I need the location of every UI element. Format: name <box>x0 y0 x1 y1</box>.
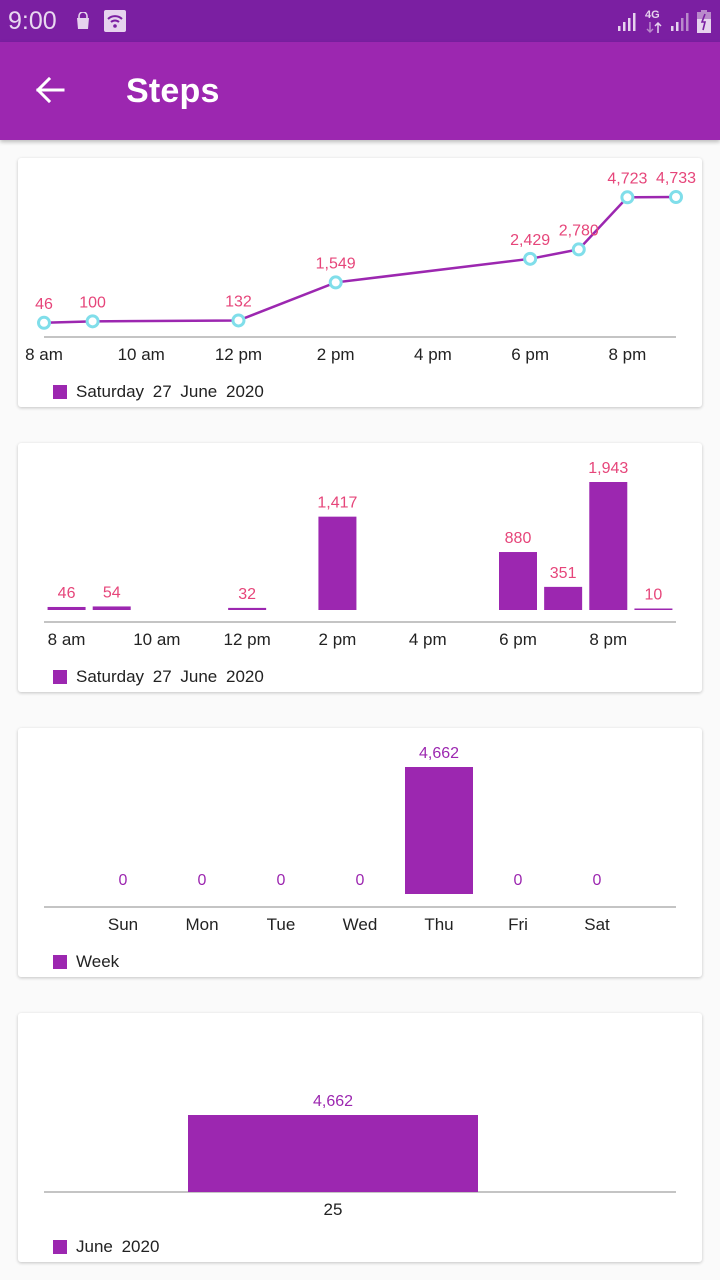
data-label: 2,429 <box>510 232 550 249</box>
monthly-steps-card: 25 4,662 June 2020 <box>18 1013 702 1262</box>
monthly-steps-bar-chart: 25 4,662 <box>44 1093 676 1219</box>
x-tick-label: 2 pm <box>319 630 357 649</box>
bar-value-label: 1,417 <box>317 495 357 512</box>
bar <box>188 1115 478 1192</box>
x-tick-label: 8 pm <box>608 345 646 364</box>
x-tick-label: 6 pm <box>511 345 549 364</box>
legend-swatch <box>53 1240 67 1254</box>
x-tick-label: Sat <box>584 915 610 934</box>
x-tick-label: 10 am <box>133 630 180 649</box>
shopping-bag-icon <box>74 11 92 35</box>
x-tick-label: Thu <box>424 915 453 934</box>
legend-label: June 2020 <box>76 1237 160 1256</box>
battery-charging-icon <box>697 10 711 39</box>
daily-cumulative-steps-line-chart: 8 am 10 am 12 pm 2 pm 4 pm 6 pm 8 pm 46 100 132 1,… <box>25 170 696 364</box>
weekly-steps-bar-chart: Sun 0 Mon 0 Tue 0 Wed 0 Thu 4,662 Fri 0 Sat 0 <box>44 745 676 934</box>
weekly-steps-card: Sun 0 Mon 0 Tue 0 Wed 0 Thu 4,662 Fri 0 Sat 0 Week <box>18 728 702 977</box>
bar <box>92 606 131 610</box>
data-label: 1,549 <box>316 255 356 272</box>
bar <box>47 606 86 610</box>
bar <box>318 516 357 610</box>
bar <box>405 767 473 894</box>
legend-swatch <box>53 385 67 399</box>
status-bar: 9:00 4G <box>0 0 720 42</box>
bar <box>228 607 267 610</box>
data-point <box>523 251 538 266</box>
bar <box>634 608 673 610</box>
bar-value-label: 0 <box>514 872 523 889</box>
legend-label: Saturday 27 June 2020 <box>76 667 264 686</box>
data-label: 4,733 <box>656 170 696 187</box>
legend-swatch <box>53 670 67 684</box>
data-point <box>328 275 343 290</box>
arrow-left-icon <box>35 76 65 109</box>
x-tick-label: Fri <box>508 915 528 934</box>
app-bar: Steps <box>0 42 720 140</box>
data-point <box>669 190 683 204</box>
x-tick-label: Mon <box>185 915 218 934</box>
chart-legend: Week <box>53 952 119 972</box>
x-tick-label: 4 pm <box>414 345 452 364</box>
data-point <box>231 313 246 328</box>
bar-value-label: 0 <box>593 872 602 889</box>
bar-value-label: 10 <box>645 587 663 604</box>
signal-icon <box>617 12 637 37</box>
bar <box>499 552 537 610</box>
legend-label: Saturday 27 June 2020 <box>76 382 264 401</box>
legend-swatch <box>53 955 67 969</box>
data-label: 4,723 <box>607 170 647 187</box>
signal-icon <box>670 12 690 37</box>
x-tick-label: 6 pm <box>499 630 537 649</box>
daily-cumulative-steps-card: 8 am 10 am 12 pm 2 pm 4 pm 6 pm 8 pm 46 100 132 1,… <box>18 158 702 407</box>
bar-value-label: 880 <box>505 530 532 547</box>
bar-value-label: 0 <box>356 872 365 889</box>
back-button[interactable] <box>22 68 78 116</box>
bar-value-label: 4,662 <box>313 1093 353 1110</box>
x-tick-label: 12 pm <box>215 345 262 364</box>
x-tick-label: Sun <box>108 915 138 934</box>
bar-value-label: 0 <box>277 872 286 889</box>
data-label: 100 <box>79 294 106 311</box>
x-tick-label: 25 <box>324 1200 343 1219</box>
bar <box>544 586 583 610</box>
series-line <box>43 195 677 325</box>
page-title: Steps <box>126 72 220 110</box>
wifi-icon <box>104 10 126 37</box>
hourly-steps-card: 8 am 10 am 12 pm 2 pm 4 pm 6 pm 8 pm 46 54 32 1,41… <box>18 443 702 692</box>
data-point <box>620 190 635 205</box>
hourly-steps-bar-chart: 8 am 10 am 12 pm 2 pm 4 pm 6 pm 8 pm 46 54 32 1,41… <box>44 460 676 649</box>
bar-value-label: 32 <box>238 586 256 603</box>
x-tick-label: 10 am <box>118 345 165 364</box>
bar-value-label: 46 <box>58 585 76 602</box>
bar-value-label: 351 <box>550 565 577 582</box>
chart-legend: Saturday 27 June 2020 <box>53 667 264 687</box>
data-point <box>85 314 100 329</box>
chart-legend: June 2020 <box>53 1237 159 1257</box>
status-time: 9:00 <box>8 7 57 35</box>
data-label: 2,780 <box>559 222 599 239</box>
bar-value-label: 0 <box>198 872 207 889</box>
data-label: 46 <box>35 296 53 313</box>
x-tick-label: 2 pm <box>317 345 355 364</box>
4g-icon: 4G <box>644 9 666 35</box>
chart-legend: Saturday 27 June 2020 <box>53 382 264 402</box>
x-tick-label: 8 am <box>48 630 86 649</box>
bar-value-label: 0 <box>119 872 128 889</box>
legend-label: Week <box>76 952 120 971</box>
bar <box>589 482 628 610</box>
bar-value-label: 1,943 <box>588 460 628 477</box>
x-tick-label: 4 pm <box>409 630 447 649</box>
x-tick-label: 8 pm <box>589 630 627 649</box>
bar-value-label: 4,662 <box>419 745 459 762</box>
x-tick-label: Wed <box>343 915 378 934</box>
x-tick-label: 8 am <box>25 345 63 364</box>
data-point <box>37 315 51 330</box>
data-label: 132 <box>225 293 252 310</box>
x-tick-label: Tue <box>267 915 296 934</box>
x-tick-label: 12 pm <box>224 630 271 649</box>
data-point <box>571 242 586 257</box>
bar-value-label: 54 <box>103 584 121 601</box>
